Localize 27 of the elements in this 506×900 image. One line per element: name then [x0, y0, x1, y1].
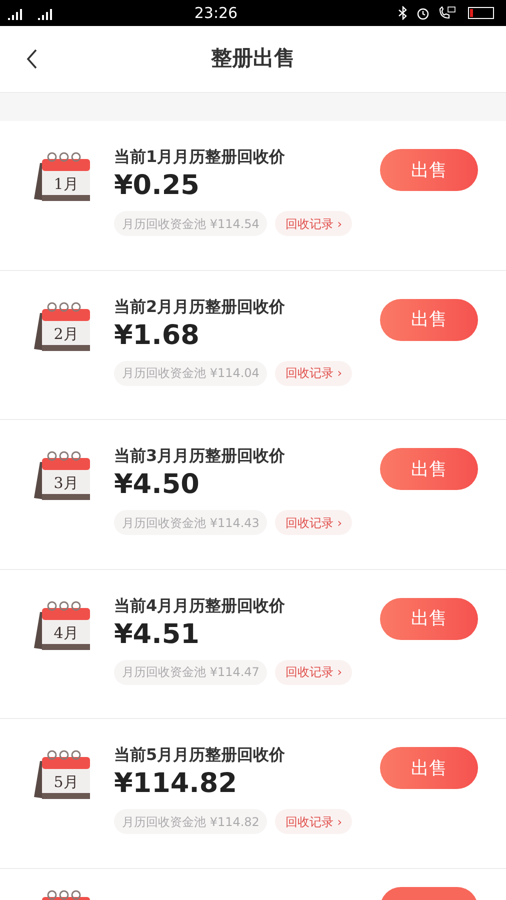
item-title: 当前5月月历整册回收价	[114, 745, 286, 765]
price: ¥4.50	[114, 468, 200, 502]
price: ¥1.68	[114, 318, 200, 352]
price: ¥4.51	[114, 618, 200, 652]
fund-pool-tag: 月历回收资金池 ¥114.04	[114, 360, 268, 386]
sell-button[interactable]: 出售	[380, 149, 478, 191]
sell-button[interactable]: 出售	[380, 298, 478, 340]
recycle-record-link[interactable]: 回收记录 ›	[275, 510, 352, 535]
item-title: 当前1月月历整册回收价	[114, 147, 286, 167]
item-title: 当前4月月历整册回收价	[114, 596, 286, 616]
sell-button[interactable]: 出售	[380, 598, 478, 640]
fund-pool-tag: 月历回收资金池 ¥114.43	[114, 510, 268, 535]
fund-pool-tag: 月历回收资金池 ¥114.82	[114, 809, 268, 834]
recycle-record-link[interactable]: 回收记录 ›	[275, 211, 352, 236]
sell-button[interactable]: 出售	[380, 747, 478, 789]
item-title: 当前2月月历整册回收价	[114, 296, 286, 316]
recycle-record-link[interactable]: 回收记录 ›	[275, 660, 352, 684]
recycle-record-link[interactable]: 回收记录 ›	[275, 809, 352, 834]
price: ¥0.25	[114, 169, 200, 203]
clock-time: 23:26	[193, 2, 239, 24]
sell-button[interactable]: 出售	[380, 448, 478, 490]
price: ¥114.82	[114, 767, 238, 801]
fund-pool-tag: 月历回收资金池 ¥114.47	[114, 660, 268, 684]
page-title: 整册出售	[211, 45, 295, 72]
fund-pool-tag: 月历回收资金池 ¥114.54	[114, 211, 268, 236]
recycle-record-link[interactable]: 回收记录 ›	[275, 360, 352, 386]
item-title: 当前3月月历整册回收价	[114, 446, 286, 466]
